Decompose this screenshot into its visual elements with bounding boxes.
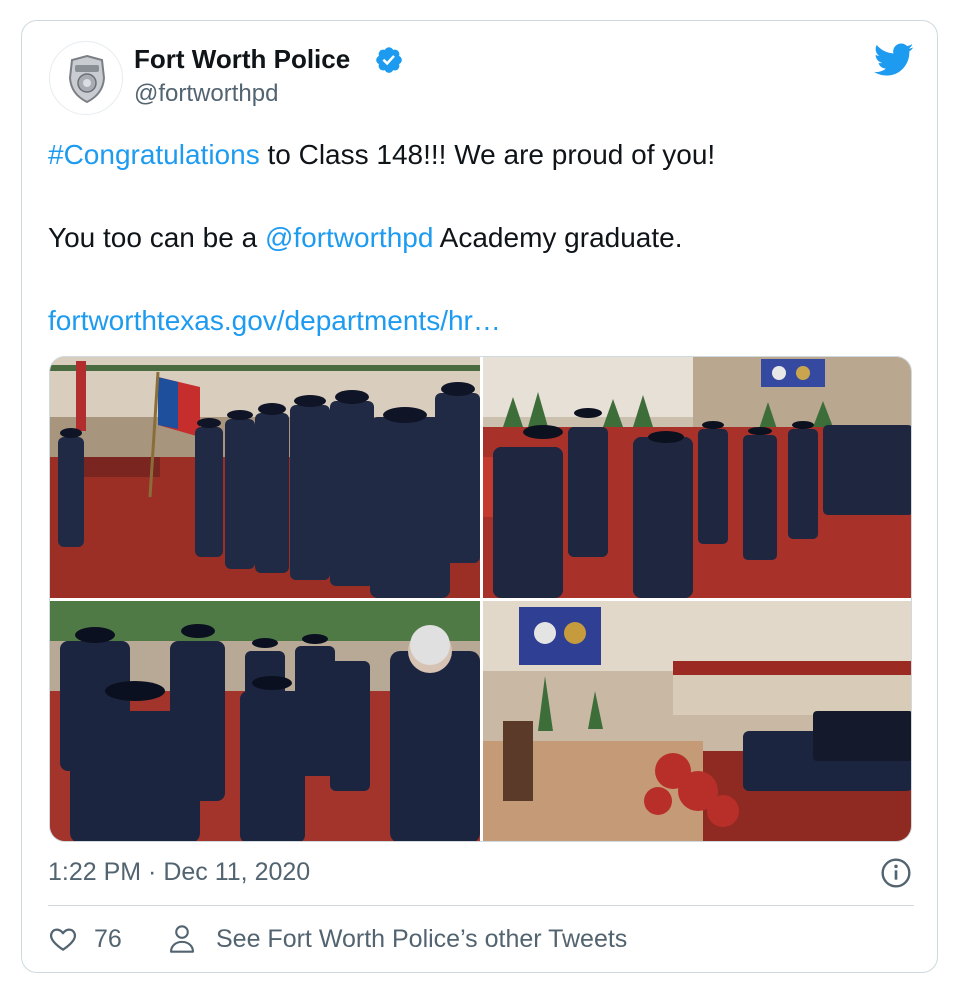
verified-badge-icon (376, 47, 402, 73)
tweet-text-line-3: fortworthtexas.gov/departments/hr… (48, 304, 501, 338)
tweet-timestamp[interactable]: 1:22 PM · Dec 11, 2020 (48, 857, 310, 887)
photo-3[interactable] (50, 601, 480, 841)
see-other-tweets-link[interactable]: See Fort Worth Police’s other Tweets (216, 923, 627, 955)
photo-2[interactable] (483, 357, 911, 598)
tweet-card: Fort Worth Police @fortworthpd #Congratu… (21, 20, 938, 973)
author-avatar[interactable] (49, 41, 123, 115)
author-handle[interactable]: @fortworthpd (134, 79, 278, 109)
tweet-text: to Class 148!!! We are proud of you! (259, 139, 716, 170)
media-grid (49, 356, 912, 842)
mention-link[interactable]: @fortworthpd (265, 222, 434, 253)
hashtag-link[interactable]: #Congratulations (48, 139, 260, 170)
tweet-text-line-2: You too can be a @fortworthpd Academy gr… (48, 221, 682, 255)
police-badge-icon (68, 54, 106, 104)
tweet-text-line-1: #Congratulations to Class 148!!! We are … (48, 138, 715, 172)
divider (48, 905, 914, 906)
person-icon[interactable] (168, 924, 196, 954)
twitter-bird-icon[interactable] (874, 43, 914, 77)
heart-icon[interactable] (48, 924, 78, 954)
info-icon[interactable] (880, 857, 912, 889)
photo-4[interactable] (483, 601, 911, 841)
tweet-text: Academy graduate. (433, 222, 683, 253)
author-name[interactable]: Fort Worth Police (134, 43, 350, 75)
like-count[interactable]: 76 (94, 923, 122, 955)
url-link[interactable]: fortworthtexas.gov/departments/hr… (48, 305, 501, 336)
tweet-text: You too can be a (48, 222, 265, 253)
photo-1[interactable] (50, 357, 480, 598)
